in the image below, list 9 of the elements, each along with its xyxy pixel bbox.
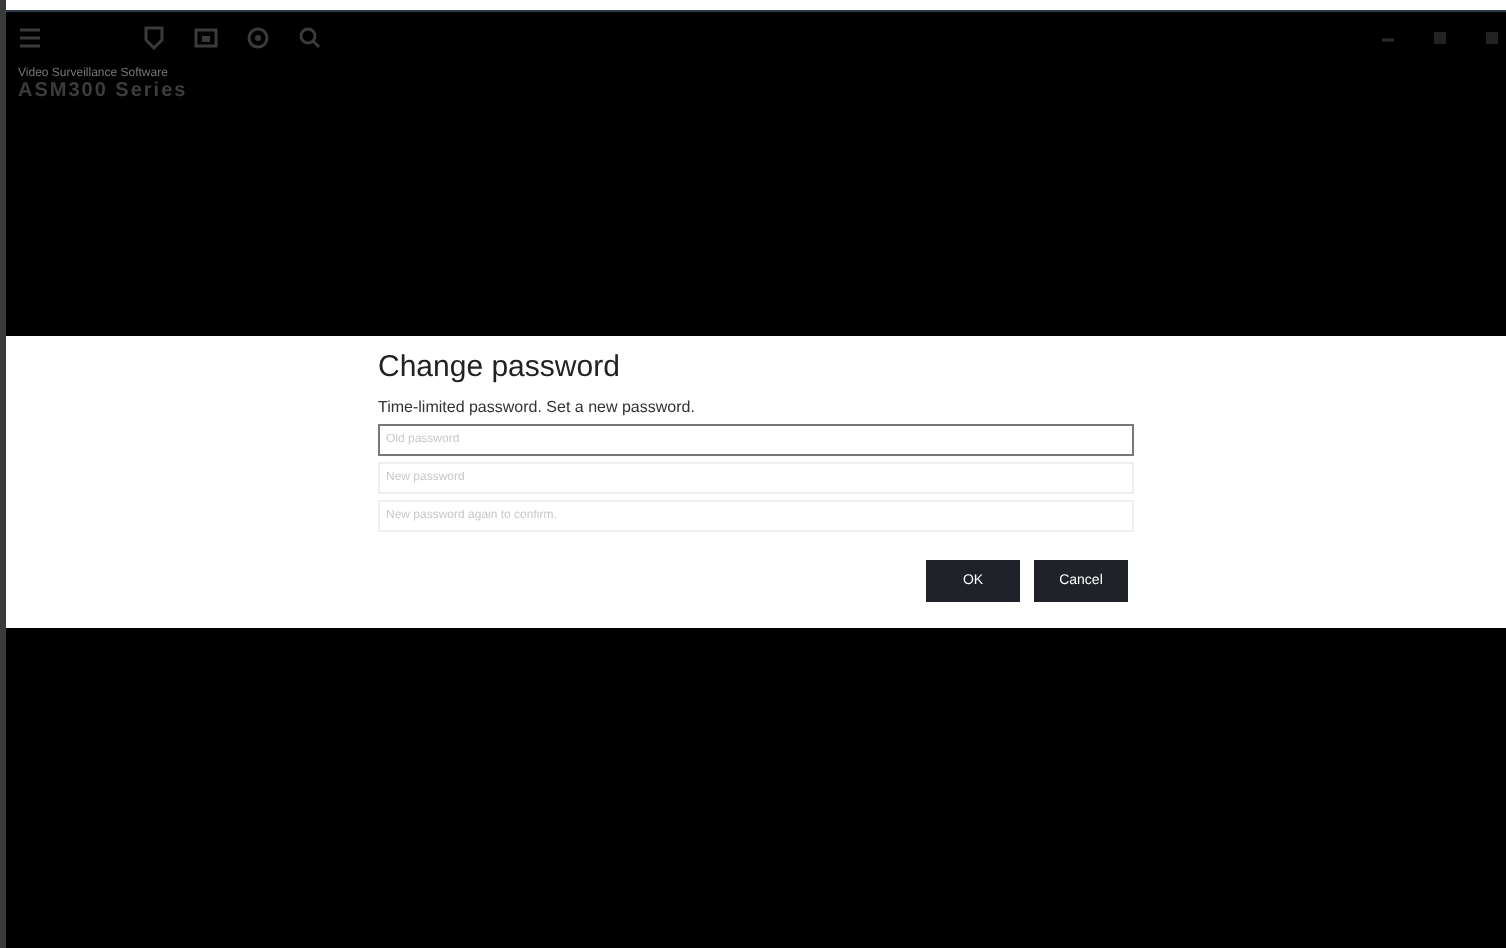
product-title: ASM300 Series <box>18 80 190 102</box>
shield-icon[interactable] <box>142 26 166 50</box>
settings-icon[interactable] <box>246 26 270 50</box>
monitor-icon[interactable] <box>194 26 218 50</box>
menu-icon[interactable] <box>18 26 42 50</box>
maximize-icon[interactable] <box>1430 28 1450 48</box>
dialog-message: Time-limited password. Set a new password. <box>378 398 697 416</box>
dialog-title: Change password <box>378 350 622 384</box>
search-icon[interactable] <box>298 26 322 50</box>
